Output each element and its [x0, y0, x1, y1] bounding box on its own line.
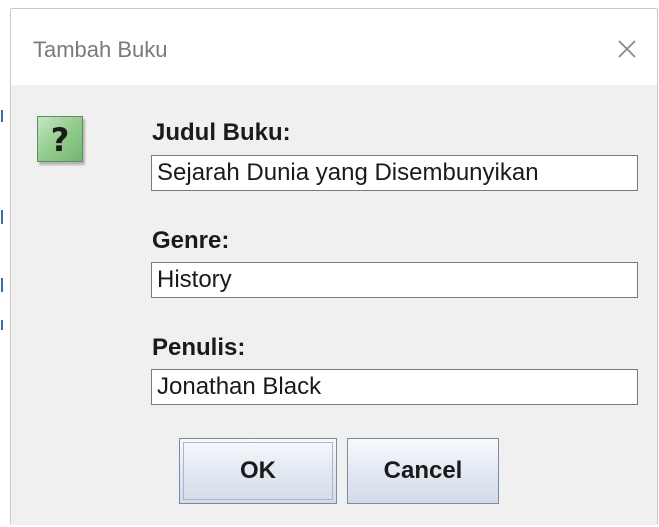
edge-mark: [1, 210, 3, 224]
dialog-content: ? Judul Buku: Genre: Penulis: OK Cancel: [11, 85, 657, 525]
close-button[interactable]: [609, 31, 645, 67]
question-icon: ?: [37, 116, 83, 162]
edge-mark: [1, 320, 3, 330]
dialog-title: Tambah Buku: [33, 37, 168, 62]
ok-button[interactable]: OK: [179, 438, 337, 504]
question-glyph: ?: [50, 121, 70, 159]
genre-label: Genre:: [152, 227, 230, 254]
background-window-edge: [0, 0, 10, 527]
title-bar[interactable]: Tambah Buku: [11, 9, 657, 85]
genre-field[interactable]: [151, 262, 638, 298]
edge-mark: [1, 110, 3, 122]
penulis-label: Penulis:: [152, 334, 246, 361]
judul-buku-field[interactable]: [151, 155, 638, 191]
tambah-buku-dialog: Tambah Buku ? Judul Buku: Genre: Penulis…: [10, 8, 658, 525]
penulis-field[interactable]: [151, 369, 638, 405]
close-icon: [618, 40, 636, 58]
judul-buku-label: Judul Buku:: [152, 119, 291, 146]
cancel-button[interactable]: Cancel: [347, 438, 499, 504]
edge-mark: [1, 278, 3, 292]
